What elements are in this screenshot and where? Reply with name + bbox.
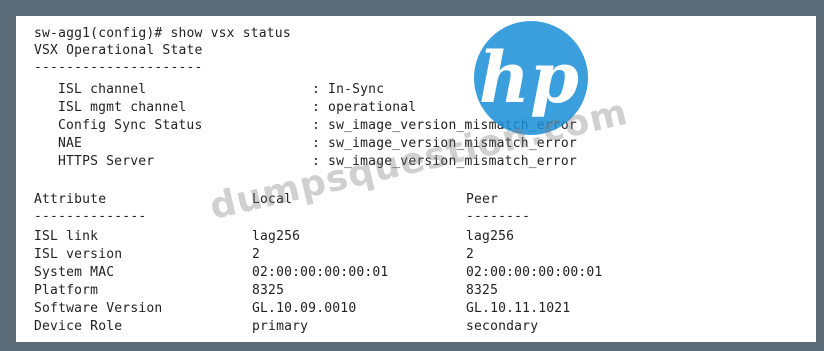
status-value-isl-mgmt-channel: : operational [312, 100, 417, 115]
table-row-peer: 2 [466, 247, 475, 262]
table-separator-attribute: -------------- [34, 209, 147, 224]
command-line: sw-agg1(config)# show vsx status [34, 26, 291, 41]
status-value-isl-channel: : In-Sync [312, 82, 385, 97]
table-header-peer: Peer [466, 192, 499, 207]
status-label-isl-channel: ISL channel [58, 82, 147, 97]
table-row-attribute: Software Version [34, 301, 163, 316]
status-label-isl-mgmt-channel: ISL mgmt channel [58, 100, 187, 115]
table-row-peer: GL.10.11.1021 [466, 301, 571, 316]
table-row-local: primary [252, 319, 309, 334]
table-row-peer: 8325 [466, 283, 499, 298]
table-row-attribute: Platform [34, 283, 99, 298]
terminal-output: sw-agg1(config)# show vsx status VSX Ope… [16, 16, 816, 342]
table-row-local: 8325 [252, 283, 285, 298]
table-row-local: GL.10.09.0010 [252, 301, 357, 316]
table-row-peer: 02:00:00:00:00:01 [466, 265, 603, 280]
table-row-peer: lag256 [466, 229, 515, 244]
screenshot-frame: sw-agg1(config)# show vsx status VSX Ope… [0, 0, 824, 351]
table-separator-peer: -------- [466, 209, 531, 224]
status-label-config-sync: Config Sync Status [58, 118, 203, 133]
table-row-attribute: ISL version [34, 247, 123, 262]
table-row-attribute: ISL link [34, 229, 99, 244]
section-title: VSX Operational State [34, 43, 203, 58]
table-row-local: 02:00:00:00:00:01 [252, 265, 389, 280]
table-header-attribute: Attribute [34, 192, 107, 207]
status-label-https-server: HTTPS Server [58, 154, 155, 169]
status-label-nae: NAE [58, 136, 83, 151]
table-row-attribute: System MAC [34, 265, 115, 280]
table-row-attribute: Device Role [34, 319, 123, 334]
table-row-local: lag256 [252, 229, 301, 244]
table-row-local: 2 [252, 247, 261, 262]
table-row-peer: secondary [466, 319, 539, 334]
section-separator: --------------------- [34, 60, 203, 75]
